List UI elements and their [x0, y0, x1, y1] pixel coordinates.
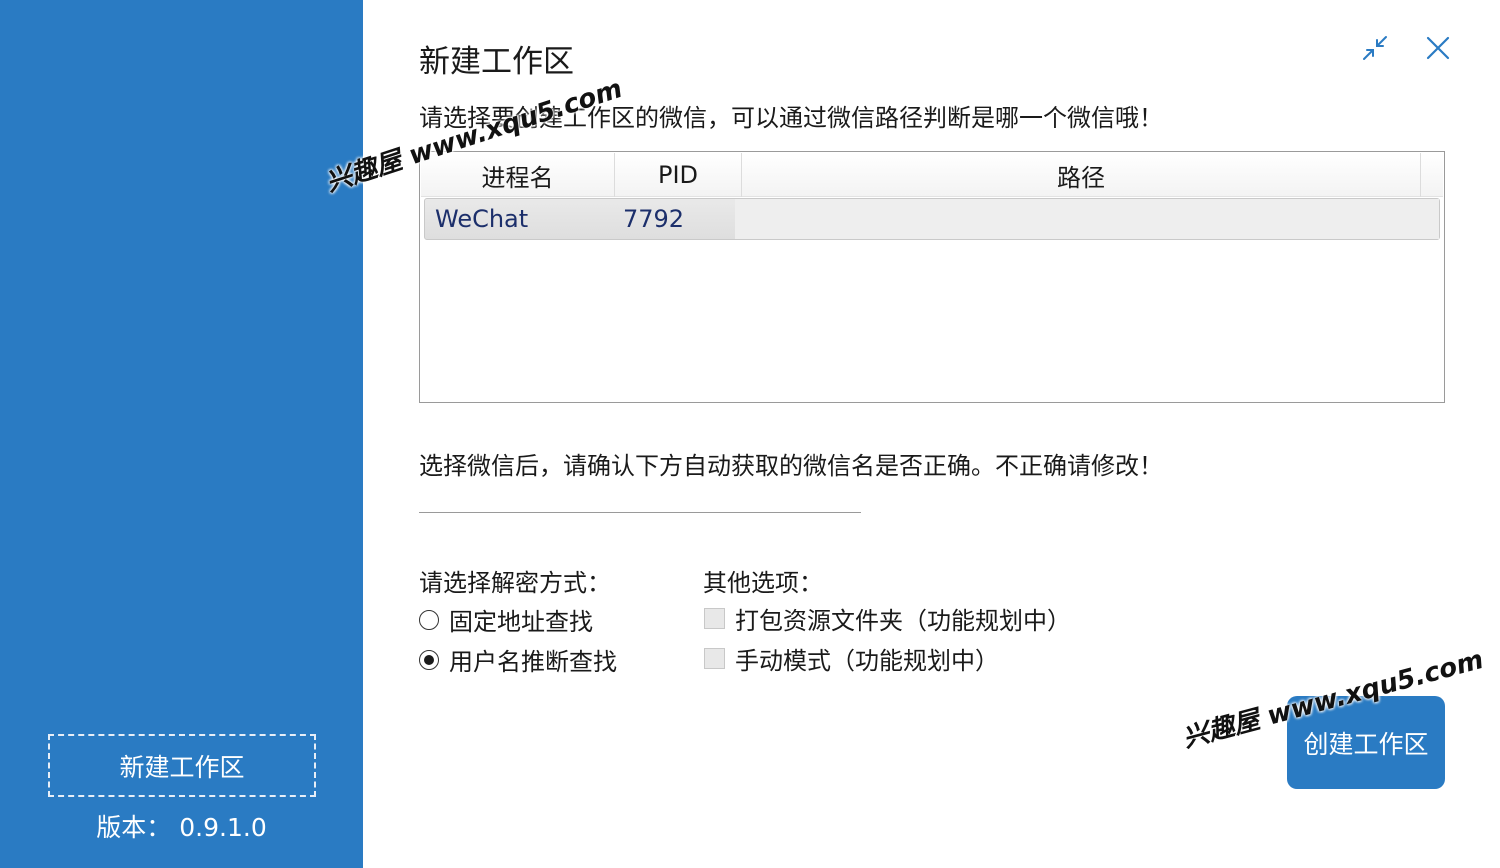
process-table: 进程名 PID 路径 WeChat 7792	[419, 151, 1445, 403]
sidebar-new-workspace-button[interactable]: 新建工作区	[48, 734, 316, 797]
column-header-path[interactable]: 路径	[742, 153, 1421, 197]
version-info: 版本： 0.9.1.0	[0, 808, 363, 844]
radio-label: 固定地址查找	[449, 608, 593, 636]
dialog-title: 新建工作区	[419, 44, 574, 80]
close-icon[interactable]	[1422, 32, 1454, 64]
minimize-arrows-icon[interactable]	[1359, 32, 1391, 64]
checkbox-label: 手动模式（功能规划中）	[735, 647, 999, 675]
wechat-name-input[interactable]	[419, 482, 861, 513]
radio-username-infer[interactable]: 用户名推断查找	[419, 642, 617, 677]
table-header: 进程名 PID 路径	[421, 153, 1443, 197]
checkbox-manual-mode[interactable]: 手动模式（功能规划中）	[704, 641, 999, 676]
radio-fixed-address[interactable]: 固定地址查找	[419, 602, 593, 637]
checkbox[interactable]	[704, 648, 725, 669]
cell-process-name: WeChat	[435, 205, 529, 233]
checkbox-label: 打包资源文件夹（功能规划中）	[735, 607, 1071, 635]
checkbox[interactable]	[704, 608, 725, 629]
version-label: 版本：	[96, 813, 172, 842]
column-header-pid[interactable]: PID	[615, 153, 742, 197]
table-row[interactable]: WeChat 7792	[424, 198, 1440, 240]
decrypt-method-label: 请选择解密方式：	[419, 569, 611, 597]
sidebar: 新建工作区 版本： 0.9.1.0	[0, 0, 363, 868]
cell-path	[735, 199, 1439, 239]
radio-button[interactable]	[419, 609, 439, 630]
column-header-filler	[1421, 153, 1443, 197]
checkbox-pack-resources[interactable]: 打包资源文件夹（功能规划中）	[704, 601, 1071, 636]
other-options-label: 其他选项：	[703, 569, 823, 597]
radio-label: 用户名推断查找	[449, 648, 617, 676]
confirm-name-prompt: 选择微信后，请确认下方自动获取的微信名是否正确。不正确请修改！	[419, 452, 1163, 480]
version-value: 0.9.1.0	[179, 813, 267, 842]
radio-button-selected[interactable]	[419, 649, 439, 670]
cell-pid: 7792	[623, 205, 685, 233]
